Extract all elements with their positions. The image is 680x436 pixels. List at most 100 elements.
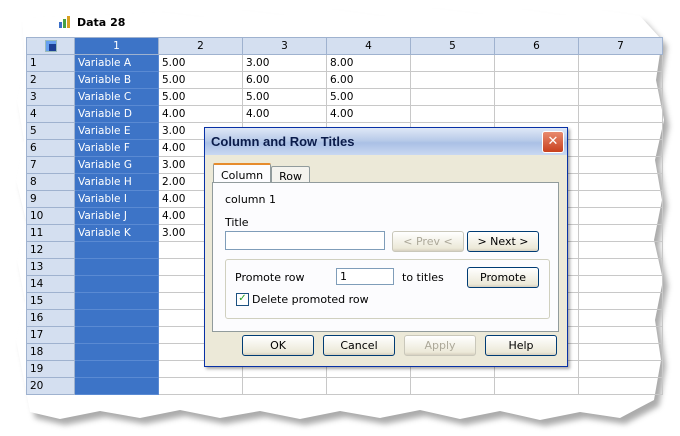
dialog-titlebar[interactable]: Column and Row Titles ✕ [205, 128, 567, 155]
grid-cell[interactable]: 5.00 [326, 88, 411, 106]
grid-cell[interactable] [74, 360, 159, 378]
row-header[interactable]: 1 [26, 54, 75, 72]
grid-cell[interactable] [578, 241, 663, 259]
row-header[interactable]: 3 [26, 88, 75, 106]
grid-cell[interactable]: Variable I [74, 190, 159, 208]
grid-cell[interactable] [74, 377, 159, 395]
grid-cell[interactable] [410, 105, 495, 123]
column-header-3[interactable]: 3 [242, 37, 327, 55]
grid-cell[interactable]: 5.00 [242, 88, 327, 106]
row-header[interactable]: 10 [26, 207, 75, 225]
grid-cell[interactable]: 5.00 [158, 54, 243, 72]
row-header[interactable]: 5 [26, 122, 75, 140]
grid-cell[interactable] [494, 71, 579, 89]
grid-cell[interactable] [578, 122, 663, 140]
grid-cell[interactable]: Variable K [74, 224, 159, 242]
grid-cell[interactable] [410, 54, 495, 72]
grid-cell[interactable] [578, 309, 663, 327]
row-header[interactable]: 4 [26, 105, 75, 123]
grid-cell[interactable]: Variable A [74, 54, 159, 72]
document-tab[interactable]: Data 28 [58, 12, 125, 32]
grid-cell[interactable] [578, 190, 663, 208]
next-button[interactable]: > Next > [467, 231, 539, 252]
row-header[interactable]: 9 [26, 190, 75, 208]
cancel-button[interactable]: Cancel [323, 335, 395, 356]
row-header[interactable]: 12 [26, 241, 75, 259]
row-header[interactable]: 2 [26, 71, 75, 89]
grid-cell[interactable]: 4.00 [158, 105, 243, 123]
row-header[interactable]: 19 [26, 360, 75, 378]
row-header[interactable]: 8 [26, 173, 75, 191]
grid-cell[interactable]: 6.00 [326, 71, 411, 89]
grid-cell[interactable] [578, 224, 663, 242]
grid-cell[interactable] [578, 139, 663, 157]
grid-cell[interactable]: 5.00 [158, 88, 243, 106]
grid-cell[interactable] [410, 71, 495, 89]
grid-cell[interactable] [578, 71, 663, 89]
row-header[interactable]: 17 [26, 326, 75, 344]
grid-cell[interactable]: Variable G [74, 156, 159, 174]
ok-button[interactable]: OK [242, 335, 314, 356]
grid-cell[interactable] [494, 377, 579, 395]
column-header-6[interactable]: 6 [494, 37, 579, 55]
row-header[interactable]: 14 [26, 275, 75, 293]
grid-cell[interactable] [74, 241, 159, 259]
grid-cell[interactable] [578, 343, 663, 361]
grid-cell[interactable]: 4.00 [242, 105, 327, 123]
grid-cell[interactable]: Variable E [74, 122, 159, 140]
grid-cell[interactable]: Variable J [74, 207, 159, 225]
grid-cell[interactable] [578, 377, 663, 395]
column-header-1[interactable]: 1 [74, 37, 159, 55]
column-header-7[interactable]: 7 [578, 37, 663, 55]
grid-cell[interactable] [578, 88, 663, 106]
column-header-2[interactable]: 2 [158, 37, 243, 55]
grid-cell[interactable]: Variable H [74, 173, 159, 191]
grid-cell[interactable] [578, 207, 663, 225]
row-header[interactable]: 15 [26, 292, 75, 310]
grid-cell[interactable] [158, 377, 243, 395]
delete-promoted-row-checkbox[interactable]: ✓ [236, 293, 249, 306]
grid-cell[interactable] [326, 377, 411, 395]
grid-cell[interactable] [494, 54, 579, 72]
grid-cell[interactable]: Variable F [74, 139, 159, 157]
grid-cell[interactable]: Variable B [74, 71, 159, 89]
grid-cell[interactable] [74, 292, 159, 310]
row-header[interactable]: 11 [26, 224, 75, 242]
column-header-4[interactable]: 4 [326, 37, 411, 55]
grid-cell[interactable]: 6.00 [242, 71, 327, 89]
grid-cell[interactable] [74, 258, 159, 276]
grid-cell[interactable]: 8.00 [326, 54, 411, 72]
grid-cell[interactable] [74, 343, 159, 361]
grid-cell[interactable] [494, 88, 579, 106]
grid-cell[interactable] [578, 275, 663, 293]
row-header[interactable]: 13 [26, 258, 75, 276]
title-input[interactable] [225, 231, 385, 250]
grid-cell[interactable] [578, 258, 663, 276]
grid-cell[interactable]: Variable D [74, 105, 159, 123]
grid-cell[interactable] [578, 326, 663, 344]
row-header[interactable]: 7 [26, 156, 75, 174]
row-header[interactable]: 18 [26, 343, 75, 361]
grid-cell[interactable]: 5.00 [158, 71, 243, 89]
grid-cell[interactable] [410, 377, 495, 395]
grid-cell[interactable] [578, 360, 663, 378]
grid-cell[interactable] [74, 326, 159, 344]
grid-cell[interactable]: 3.00 [242, 54, 327, 72]
select-all-corner[interactable] [26, 37, 75, 55]
grid-cell[interactable] [578, 292, 663, 310]
grid-cell[interactable] [578, 54, 663, 72]
grid-cell[interactable] [494, 105, 579, 123]
column-header-5[interactable]: 5 [410, 37, 495, 55]
grid-cell[interactable]: Variable C [74, 88, 159, 106]
row-header[interactable]: 6 [26, 139, 75, 157]
apply-button[interactable]: Apply [404, 335, 476, 356]
grid-cell[interactable] [242, 377, 327, 395]
promote-button[interactable]: Promote [467, 267, 539, 288]
grid-cell[interactable] [578, 156, 663, 174]
grid-cell[interactable] [578, 173, 663, 191]
promote-row-input[interactable]: 1 [336, 268, 394, 285]
grid-cell[interactable] [410, 88, 495, 106]
grid-cell[interactable] [74, 309, 159, 327]
prev-button[interactable]: < Prev < [392, 231, 464, 252]
close-button[interactable]: ✕ [542, 130, 564, 153]
